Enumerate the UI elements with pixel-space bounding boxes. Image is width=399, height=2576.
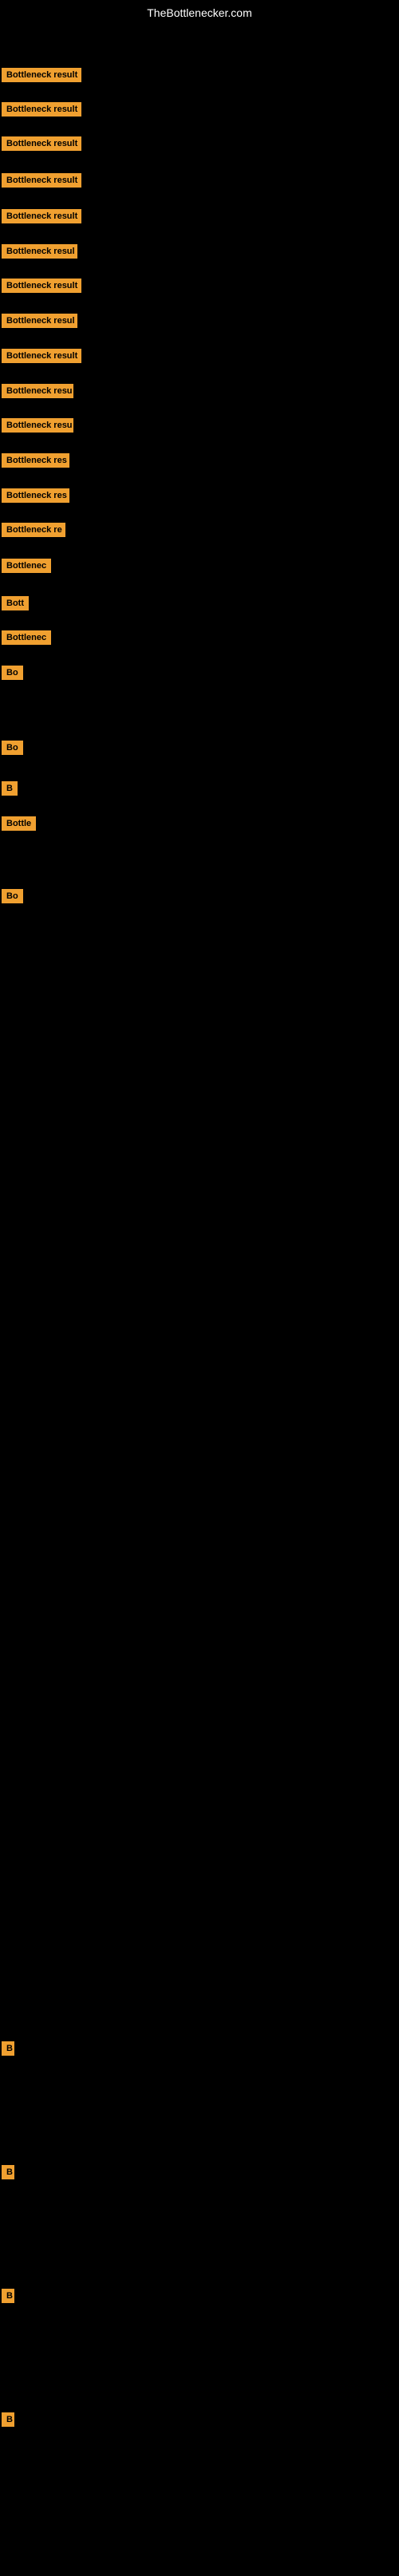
bottleneck-result-badge: B <box>2 2041 14 2056</box>
bottleneck-result-badge: Bottle <box>2 816 36 831</box>
bottleneck-result-badge: Bottleneck result <box>2 209 81 223</box>
bottleneck-result-badge: B <box>2 2165 14 2179</box>
bottleneck-result-badge: B <box>2 2289 14 2303</box>
bottleneck-result-badge: B <box>2 781 18 796</box>
bottleneck-result-badge: Bo <box>2 889 23 903</box>
bottleneck-result-badge: Bottlenec <box>2 630 51 645</box>
bottleneck-result-badge: Bottleneck res <box>2 488 69 503</box>
bottleneck-result-badge: Bottleneck result <box>2 349 81 363</box>
site-title: TheBottlenecker.com <box>0 0 399 22</box>
bottleneck-result-badge: Bo <box>2 666 23 680</box>
bottleneck-result-badge: Bo <box>2 741 23 755</box>
bottleneck-result-badge: Bottleneck re <box>2 523 65 537</box>
bottleneck-result-badge: B <box>2 2412 14 2427</box>
bottleneck-result-badge: Bottleneck result <box>2 173 81 188</box>
bottleneck-result-badge: Bottleneck result <box>2 279 81 293</box>
bottleneck-result-badge: Bottleneck result <box>2 102 81 117</box>
bottleneck-result-badge: Bottleneck resul <box>2 314 77 328</box>
bottleneck-result-badge: Bottlenec <box>2 559 51 573</box>
bottleneck-result-badge: Bottleneck resu <box>2 418 73 433</box>
bottleneck-result-badge: Bottleneck res <box>2 453 69 468</box>
bottleneck-result-badge: Bottleneck result <box>2 136 81 151</box>
bottleneck-result-badge: Bott <box>2 596 29 610</box>
bottleneck-result-badge: Bottleneck result <box>2 68 81 82</box>
bottleneck-result-badge: Bottleneck resul <box>2 244 77 259</box>
bottleneck-result-badge: Bottleneck resu <box>2 384 73 398</box>
